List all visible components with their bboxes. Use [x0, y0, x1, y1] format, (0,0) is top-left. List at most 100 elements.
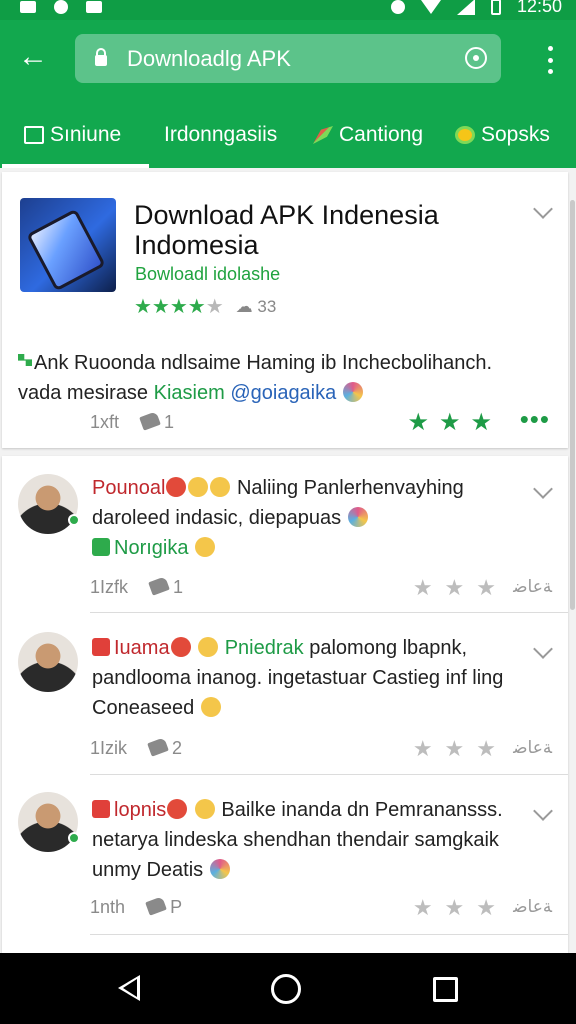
divider [90, 934, 568, 935]
likes-count: 1Izik [90, 738, 128, 758]
comments-card: Pounoal Naliing Panlerhenvayhing darolee… [2, 456, 568, 953]
tab-2[interactable]: Irdonngasiis [164, 102, 277, 168]
square-icon [24, 126, 44, 144]
online-indicator [68, 514, 80, 526]
emoji-icon [209, 859, 230, 879]
image-icon [86, 1, 102, 13]
battery-icon [490, 0, 501, 15]
avatar[interactable] [18, 474, 80, 534]
emoji-icon [188, 477, 209, 497]
comment-author[interactable]: Iuama [114, 637, 170, 659]
comment-body: lopnis Bailke inanda dn Pemranansss. net… [92, 799, 503, 881]
tab-label: Irdonngasiis [164, 123, 278, 146]
nav-back-icon[interactable] [118, 975, 140, 1001]
emoji-icon [210, 477, 231, 497]
sync-icon [390, 0, 405, 14]
divider [90, 774, 568, 775]
app-card: Download APK Indenesia Indomesia Bowload… [2, 172, 568, 448]
app-rating: ★★★★ ★ ☁ 33 [134, 294, 276, 319]
record-icon[interactable] [465, 47, 487, 69]
emoji-icon [342, 382, 363, 402]
emoji-icon [167, 799, 188, 819]
rate-stars[interactable]: ★★★ [407, 408, 502, 437]
avatar[interactable] [18, 792, 80, 852]
thumb-icon [145, 896, 167, 916]
emoji-icon [347, 507, 368, 527]
tab-label: Cantiong [339, 123, 424, 146]
app-title: Download APK Indenesia Indomesia [134, 200, 439, 260]
app-bar: ← Downloadlg APK [0, 20, 576, 102]
emoji-icon [194, 799, 215, 819]
badge-icon [92, 638, 110, 656]
clover-icon [18, 354, 32, 366]
notification-icon [20, 1, 36, 13]
more-dots-icon[interactable]: ••• [520, 404, 550, 435]
tab-bar: Sıniune Irdonngasiis Cantiong Sopsks [0, 102, 576, 168]
rate-stars[interactable]: ★★★ [413, 736, 508, 762]
back-arrow-icon[interactable]: ← [18, 42, 48, 72]
more-link[interactable]: ﺔﻋﺎﺿ [513, 738, 552, 758]
status-time: 12:50 [516, 0, 562, 16]
online-indicator [68, 832, 80, 844]
mention-link[interactable]: @goiagaika [225, 382, 336, 404]
more-link[interactable]: ﺔﻋﺎﺿ [513, 577, 552, 597]
ball-icon [455, 126, 475, 144]
nav-home-icon[interactable] [271, 974, 301, 1004]
reply-button[interactable]: P [145, 896, 182, 918]
url-text: Downloadlg APK [127, 46, 291, 71]
rate-stars[interactable]: ★★★ [413, 575, 508, 601]
tab-4[interactable]: Sopsks [455, 102, 550, 168]
divider [90, 612, 568, 613]
likes-count: 1Izfk [90, 577, 129, 597]
comment-meta: 1nth P [90, 896, 182, 918]
tab-1[interactable]: Sıniune [1, 102, 150, 168]
nav-recents-icon[interactable] [433, 977, 458, 1002]
thumb-icon [147, 737, 169, 757]
app-subtitle[interactable]: Bowloadl idolashe [135, 264, 280, 285]
tab-label: Sopsks [481, 123, 550, 146]
plant-icon [92, 538, 110, 556]
info-icon [54, 0, 68, 14]
tab-label: Sıniune [50, 123, 122, 146]
app-description: Ank Ruoonda ndlsaime Haming ib Inchecbol… [18, 352, 493, 404]
likes-count: 1xft [90, 412, 120, 432]
comment-author[interactable]: Pounoal [92, 477, 165, 499]
wifi-icon [420, 0, 441, 14]
star-icon: ★ [205, 296, 224, 318]
leaf-icon [313, 126, 333, 144]
emoji-icon [170, 637, 191, 657]
signal-icon [456, 0, 475, 15]
comment-meta: 1Izfk 1 [90, 576, 183, 598]
chevron-down-icon[interactable] [533, 199, 553, 219]
reply-button[interactable]: 2 [147, 737, 182, 759]
lock-icon [95, 48, 107, 66]
description-link[interactable]: Kiasiem [154, 382, 225, 404]
url-bar[interactable]: Downloadlg APK [75, 34, 501, 83]
badge-icon [92, 800, 110, 818]
comment-body: Pounoal Naliing Panlerhenvayhing darolee… [92, 477, 464, 559]
comment-meta: 1Izik 2 [90, 737, 182, 759]
app-meta-row: 1xft 1 [90, 411, 174, 433]
tab-3[interactable]: Cantiong [313, 102, 423, 168]
system-nav-bar [0, 953, 576, 1024]
rate-stars[interactable]: ★★★ [413, 895, 508, 921]
emoji-icon [195, 537, 216, 557]
app-icon[interactable] [20, 198, 116, 292]
emoji-icon [200, 697, 221, 717]
status-bar: 12:50 [0, 0, 576, 20]
rating-count: ☁ 33 [235, 296, 277, 316]
thumb-icon [139, 411, 161, 431]
reply-button[interactable]: 1 [148, 576, 183, 598]
likes-count: 1nth [90, 897, 126, 917]
reply-button[interactable]: 1 [139, 411, 174, 433]
star-icon: ★★★★ [134, 296, 206, 318]
overflow-menu-icon[interactable] [546, 46, 554, 74]
emoji-icon [166, 477, 187, 497]
comment-author[interactable]: lopnis [114, 799, 166, 821]
thumb-icon [148, 576, 170, 596]
scrollbar[interactable] [570, 200, 575, 610]
more-link[interactable]: ﺔﻋﺎﺿ [513, 897, 552, 917]
emoji-icon [198, 637, 219, 657]
avatar[interactable] [18, 632, 78, 692]
comment-body: Iuama Pniedrak palomong lbapnk, pandloom… [92, 637, 504, 719]
